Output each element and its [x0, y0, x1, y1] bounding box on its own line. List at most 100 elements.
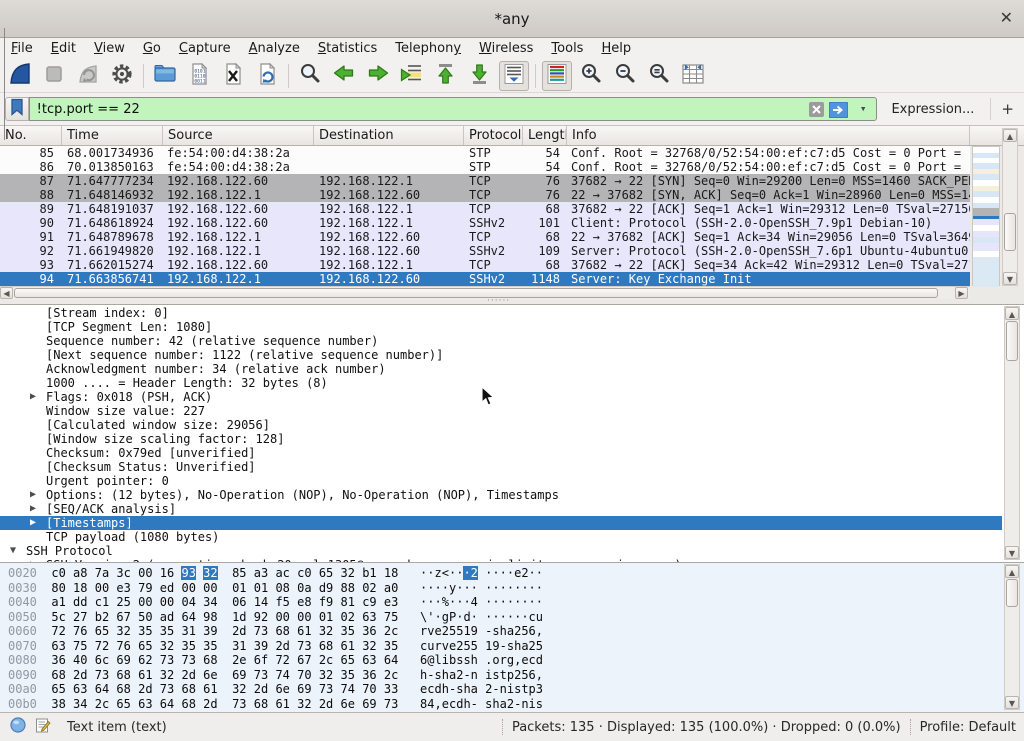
column-header-no[interactable]: No. — [0, 126, 62, 145]
menu-statistics[interactable]: Statistics — [309, 40, 386, 57]
restart-capture-button[interactable] — [73, 61, 103, 91]
column-header-length[interactable]: Length — [523, 126, 567, 145]
detail-line[interactable]: ▶[Timestamps] — [0, 516, 1002, 530]
menu-wireless[interactable]: Wireless — [470, 40, 542, 57]
detail-line[interactable]: [Calculated window size: 29056] — [0, 418, 1002, 432]
expanded-arrow-icon[interactable]: ▼ — [10, 544, 16, 558]
go-last-button[interactable] — [465, 61, 495, 91]
detail-line[interactable]: ▼SSH Protocol — [0, 544, 1002, 558]
detail-line[interactable]: ▶Flags: 0x018 (PSH, ACK) — [0, 390, 1002, 404]
scroll-left-arrow[interactable]: ◀ — [0, 287, 13, 299]
filter-apply-icon[interactable] — [829, 102, 848, 122]
intelligent-scrollbar-minimap[interactable] — [972, 146, 1000, 286]
open-file-button[interactable] — [150, 61, 180, 91]
hex-row-0040[interactable]: 0040 a1 dd c1 25 00 00 04 34 06 14 f5 e8… — [0, 595, 1024, 610]
hex-row-0090[interactable]: 0090 68 2d 73 68 61 32 2d 6e 69 73 74 70… — [0, 668, 1024, 683]
save-file-button[interactable]: 010101100011 — [184, 61, 214, 91]
packet-list-vscrollbar[interactable]: ▲ ▼ — [1002, 128, 1018, 286]
menu-tools[interactable]: Tools — [542, 40, 592, 57]
packet-row-86[interactable]: 8670.013850163fe:54:00:d4:38:2aSTP54Conf… — [0, 160, 970, 174]
filter-dropdown-icon[interactable]: ▾ — [860, 102, 867, 115]
column-header-protocol[interactable]: Protocol — [464, 126, 523, 145]
column-header-destination[interactable]: Destination — [314, 126, 464, 145]
go-to-packet-button[interactable] — [397, 61, 427, 91]
display-filter-input[interactable]: !tcp.port == 22 ▾ — [29, 97, 878, 121]
packet-row-85[interactable]: 8568.001734936fe:54:00:d4:38:2aSTP54Conf… — [0, 146, 970, 160]
scroll-up-arrow[interactable]: ▲ — [1005, 307, 1019, 320]
menu-capture[interactable]: Capture — [170, 40, 240, 57]
detail-line[interactable]: [Stream index: 0] — [0, 306, 1002, 320]
detail-vscrollbar[interactable]: ▲ ▼ — [1004, 306, 1020, 560]
detail-line[interactable]: [Next sequence number: 1122 (relative se… — [0, 348, 1002, 362]
detail-line[interactable]: Checksum: 0x79ed [unverified] — [0, 446, 1002, 460]
packet-row-90[interactable]: 9071.648618924192.168.122.60192.168.122.… — [0, 216, 970, 230]
hex-row-0050[interactable]: 0050 5c 27 b2 67 50 ad 64 98 1d 92 00 00… — [0, 610, 1024, 625]
go-back-button[interactable] — [329, 61, 359, 91]
collapsed-arrow-icon[interactable]: ▶ — [30, 488, 36, 502]
menu-help[interactable]: Help — [592, 40, 640, 57]
scroll-up-arrow[interactable]: ▲ — [1003, 129, 1017, 142]
packet-row-92[interactable]: 9271.661949820192.168.122.1192.168.122.6… — [0, 244, 970, 258]
scroll-up-arrow[interactable]: ▲ — [1005, 565, 1019, 578]
detail-line[interactable]: [Checksum Status: Unverified] — [0, 460, 1002, 474]
auto-scroll-button[interactable] — [499, 61, 529, 91]
zoom-out-button[interactable] — [610, 61, 640, 91]
column-header-info[interactable]: Info — [567, 126, 970, 145]
close-window-icon[interactable]: ✕ — [1000, 8, 1013, 28]
zoom-reset-button[interactable] — [644, 61, 674, 91]
column-header-time[interactable]: Time — [62, 126, 163, 145]
hex-vscrollbar[interactable]: ▲ ▼ — [1004, 564, 1020, 710]
expert-info-icon[interactable] — [10, 717, 26, 737]
detail-line[interactable]: Urgent pointer: 0 — [0, 474, 1002, 488]
add-filter-button[interactable]: + — [990, 98, 1024, 120]
packet-row-89[interactable]: 8971.648191037192.168.122.60192.168.122.… — [0, 202, 970, 216]
packet-row-87[interactable]: 8771.647777234192.168.122.60192.168.122.… — [0, 174, 970, 188]
menu-edit[interactable]: Edit — [42, 40, 85, 57]
hex-row-0030[interactable]: 0030 80 18 00 e3 79 ed 00 00 01 01 08 0a… — [0, 581, 1024, 596]
detail-line[interactable]: Acknowledgment number: 34 (relative ack … — [0, 362, 1002, 376]
zoom-in-button[interactable] — [576, 61, 606, 91]
detail-line[interactable]: [Window size scaling factor: 128] — [0, 432, 1002, 446]
menu-view[interactable]: View — [85, 40, 134, 57]
hex-row-0060[interactable]: 0060 72 76 65 32 35 35 31 39 2d 73 68 61… — [0, 624, 1024, 639]
scroll-down-arrow[interactable]: ▼ — [1003, 272, 1017, 285]
stop-capture-button[interactable] — [39, 61, 69, 91]
filter-clear-icon[interactable] — [809, 102, 824, 121]
column-header-source[interactable]: Source — [163, 126, 314, 145]
hex-row-0070[interactable]: 0070 63 75 72 76 65 32 35 35 31 39 2d 73… — [0, 639, 1024, 654]
detail-line[interactable]: TCP payload (1080 bytes) — [0, 530, 1002, 544]
detail-line[interactable]: Window size value: 227 — [0, 404, 1002, 418]
find-packet-button[interactable] — [295, 61, 325, 91]
scroll-thumb[interactable] — [1006, 579, 1018, 607]
collapsed-arrow-icon[interactable]: ▶ — [30, 516, 36, 530]
colorize-button[interactable] — [542, 61, 572, 91]
capture-options-button[interactable] — [107, 61, 137, 91]
hex-row-0020[interactable]: 0020 c0 a8 7a 3c 00 16 93 32 85 a3 ac c0… — [0, 566, 1024, 581]
packet-list-hscrollbar[interactable]: ◀ ▶ — [0, 286, 970, 299]
resize-columns-button[interactable] — [678, 61, 708, 91]
scroll-down-arrow[interactable]: ▼ — [1005, 696, 1019, 709]
capture-comment-icon[interactable] — [35, 717, 51, 737]
scroll-right-arrow[interactable]: ▶ — [955, 287, 968, 299]
collapsed-arrow-icon[interactable]: ▶ — [30, 390, 36, 404]
go-first-button[interactable] — [431, 61, 461, 91]
hex-row-00b0[interactable]: 00b0 38 34 2c 65 63 64 68 2d 73 68 61 32… — [0, 697, 1024, 712]
profile-status[interactable]: Profile: Default — [920, 720, 1016, 735]
reload-file-button[interactable] — [252, 61, 282, 91]
close-file-button[interactable] — [218, 61, 248, 91]
detail-line[interactable]: ▶[SEQ/ACK analysis] — [0, 502, 1002, 516]
menu-file[interactable]: File — [2, 40, 42, 57]
packet-row-93[interactable]: 9371.662015274192.168.122.60192.168.122.… — [0, 258, 970, 272]
menu-analyze[interactable]: Analyze — [240, 40, 309, 57]
hex-row-00a0[interactable]: 00a0 65 63 64 68 2d 73 68 61 32 2d 6e 69… — [0, 682, 1024, 697]
collapsed-arrow-icon[interactable]: ▶ — [30, 502, 36, 516]
packet-row-91[interactable]: 9171.648789678192.168.122.1192.168.122.6… — [0, 230, 970, 244]
scroll-thumb[interactable] — [1006, 321, 1018, 361]
detail-line[interactable]: Sequence number: 42 (relative sequence n… — [0, 334, 1002, 348]
menu-telephony[interactable]: Telephony — [386, 40, 470, 57]
menu-go[interactable]: Go — [134, 40, 170, 57]
scroll-down-arrow[interactable]: ▼ — [1005, 546, 1019, 559]
detail-line[interactable]: 1000 .... = Header Length: 32 bytes (8) — [0, 376, 1002, 390]
start-capture-button[interactable] — [5, 61, 35, 91]
scroll-thumb[interactable] — [1004, 213, 1016, 251]
